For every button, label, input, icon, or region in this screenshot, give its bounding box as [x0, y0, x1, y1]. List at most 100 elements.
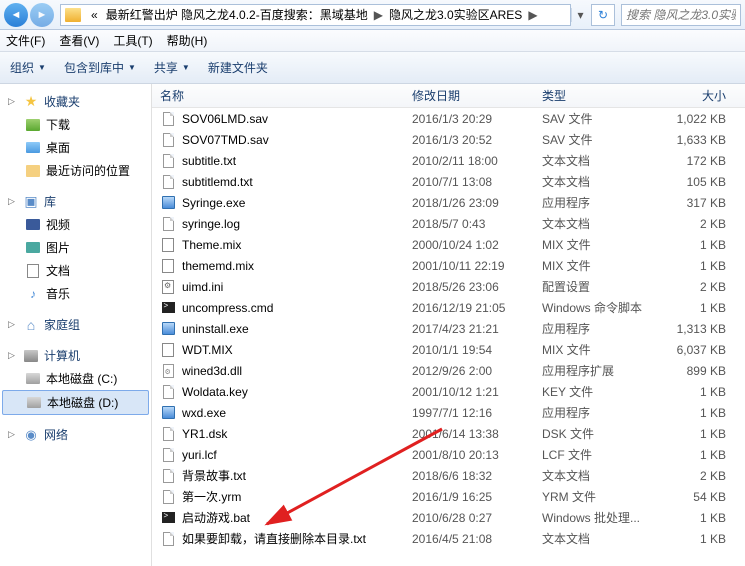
file-row[interactable]: Theme.mix2000/10/24 1:02MIX 文件1 KB	[152, 234, 745, 255]
file-type: 应用程序	[534, 404, 654, 421]
file-row[interactable]: SOV07TMD.sav2016/1/3 20:52SAV 文件1,633 KB	[152, 129, 745, 150]
file-date: 2012/9/26 2:00	[404, 364, 534, 378]
share-button[interactable]: 共享▼	[154, 59, 190, 76]
main-area: ▷★收藏夹 下载 桌面 最近访问的位置 ▷▣库 视频 图片 文档 ♪音乐 ▷⌂家…	[0, 84, 745, 566]
homegroup-icon: ⌂	[22, 317, 40, 333]
search-input[interactable]	[626, 8, 736, 22]
file-row[interactable]: subtitlemd.txt2010/7/1 13:08文本文档105 KB	[152, 171, 745, 192]
file-name: syringe.log	[182, 217, 404, 231]
file-row[interactable]: uncompress.cmd2016/12/19 21:05Windows 命令…	[152, 297, 745, 318]
file-size: 2 KB	[654, 280, 734, 294]
file-type: 文本文档	[534, 530, 654, 547]
chevron-right-icon: ▶	[372, 8, 385, 22]
file-row[interactable]: Woldata.key2001/10/12 1:21KEY 文件1 KB	[152, 381, 745, 402]
file-row[interactable]: WDT.MIX2010/1/1 19:54MIX 文件6,037 KB	[152, 339, 745, 360]
file-row[interactable]: thememd.mix2001/10/11 22:19MIX 文件1 KB	[152, 255, 745, 276]
file-icon	[160, 258, 176, 274]
col-name[interactable]: 名称	[152, 87, 404, 104]
nav-arrows: ◄ ►	[4, 3, 54, 27]
file-row[interactable]: Syringe.exe2018/1/26 23:09应用程序317 KB	[152, 192, 745, 213]
file-size: 1 KB	[654, 448, 734, 462]
file-icon	[160, 468, 176, 484]
new-folder-button[interactable]: 新建文件夹	[208, 59, 268, 76]
file-icon	[160, 321, 176, 337]
sidebar-homegroup[interactable]: ▷⌂家庭组	[0, 313, 151, 336]
sidebar-downloads[interactable]: 下载	[0, 113, 151, 136]
chevron-right-icon: ▶	[526, 8, 539, 22]
sidebar-desktop[interactable]: 桌面	[0, 136, 151, 159]
file-row[interactable]: uninstall.exe2017/4/23 21:21应用程序1,313 KB	[152, 318, 745, 339]
sidebar-libraries[interactable]: ▷▣库	[0, 190, 151, 213]
col-type[interactable]: 类型	[534, 87, 654, 104]
menu-view[interactable]: 查看(V)	[59, 32, 99, 49]
breadcrumb-prefix[interactable]: «	[87, 8, 102, 22]
refresh-button[interactable]: ↻	[591, 4, 615, 26]
file-name: 启动游戏.bat	[182, 509, 404, 526]
file-size: 172 KB	[654, 154, 734, 168]
file-row[interactable]: syringe.log2018/5/7 0:43文本文档2 KB	[152, 213, 745, 234]
sidebar-favorites[interactable]: ▷★收藏夹	[0, 90, 151, 113]
file-date: 2010/2/11 18:00	[404, 154, 534, 168]
col-date[interactable]: 修改日期	[404, 87, 534, 104]
sidebar-disk-c[interactable]: 本地磁盘 (C:)	[0, 367, 151, 390]
file-size: 2 KB	[654, 469, 734, 483]
forward-button[interactable]: ►	[30, 3, 54, 27]
file-date: 2001/8/10 20:13	[404, 448, 534, 462]
sidebar-music[interactable]: ♪音乐	[0, 282, 151, 305]
file-date: 2016/4/5 21:08	[404, 532, 534, 546]
address-bar: ◄ ► « 最新红警出炉 隐风之龙4.0.2-百度搜索：黑域基地 ▶ 隐风之龙3…	[0, 0, 745, 30]
include-library-button[interactable]: 包含到库中▼	[64, 59, 136, 76]
file-size: 6,037 KB	[654, 343, 734, 357]
menu-tools[interactable]: 工具(T)	[113, 32, 152, 49]
sidebar-videos[interactable]: 视频	[0, 213, 151, 236]
file-row[interactable]: 启动游戏.bat2010/6/28 0:27Windows 批处理...1 KB	[152, 507, 745, 528]
menu-file[interactable]: 文件(F)	[6, 32, 45, 49]
file-size: 1 KB	[654, 427, 734, 441]
col-size[interactable]: 大小	[654, 87, 734, 104]
file-type: Windows 批处理...	[534, 509, 654, 526]
file-type: MIX 文件	[534, 257, 654, 274]
file-row[interactable]: uimd.ini2018/5/26 23:06配置设置2 KB	[152, 276, 745, 297]
sidebar-disk-d[interactable]: 本地磁盘 (D:)	[2, 390, 149, 415]
file-icon	[160, 447, 176, 463]
file-type: 应用程序	[534, 320, 654, 337]
file-type: SAV 文件	[534, 110, 654, 127]
folder-icon	[65, 8, 81, 22]
file-row[interactable]: wined3d.dll2012/9/26 2:00应用程序扩展899 KB	[152, 360, 745, 381]
file-row[interactable]: 背景故事.txt2018/6/6 18:32文本文档2 KB	[152, 465, 745, 486]
file-row[interactable]: SOV06LMD.sav2016/1/3 20:29SAV 文件1,022 KB	[152, 108, 745, 129]
organize-button[interactable]: 组织▼	[10, 59, 46, 76]
file-row[interactable]: YR1.dsk2001/6/14 13:38DSK 文件1 KB	[152, 423, 745, 444]
file-icon	[160, 342, 176, 358]
file-row[interactable]: yuri.lcf2001/8/10 20:13LCF 文件1 KB	[152, 444, 745, 465]
file-icon	[160, 426, 176, 442]
back-button[interactable]: ◄	[4, 3, 28, 27]
file-name: wxd.exe	[182, 406, 404, 420]
file-row[interactable]: 第一次.yrm2016/1/9 16:25YRM 文件54 KB	[152, 486, 745, 507]
file-type: 文本文档	[534, 152, 654, 169]
search-box[interactable]	[621, 4, 741, 26]
file-row[interactable]: wxd.exe1997/7/1 12:16应用程序1 KB	[152, 402, 745, 423]
file-size: 317 KB	[654, 196, 734, 210]
file-size: 1,313 KB	[654, 322, 734, 336]
file-size: 1 KB	[654, 532, 734, 546]
breadcrumb-item[interactable]: 隐风之龙3.0实验区ARES	[385, 6, 526, 23]
file-date: 2018/6/6 18:32	[404, 469, 534, 483]
file-name: 第一次.yrm	[182, 488, 404, 505]
sidebar-documents[interactable]: 文档	[0, 259, 151, 282]
file-date: 2000/10/24 1:02	[404, 238, 534, 252]
sidebar-recent[interactable]: 最近访问的位置	[0, 159, 151, 182]
file-date: 2018/5/7 0:43	[404, 217, 534, 231]
breadcrumb-dropdown[interactable]: ▾	[571, 8, 589, 22]
file-size: 2 KB	[654, 217, 734, 231]
file-row[interactable]: subtitle.txt2010/2/11 18:00文本文档172 KB	[152, 150, 745, 171]
file-type: SAV 文件	[534, 131, 654, 148]
menu-help[interactable]: 帮助(H)	[167, 32, 208, 49]
sidebar-computer[interactable]: ▷计算机	[0, 344, 151, 367]
sidebar-pictures[interactable]: 图片	[0, 236, 151, 259]
breadcrumb-item[interactable]: 最新红警出炉 隐风之龙4.0.2-百度搜索：黑域基地	[102, 6, 372, 23]
file-type: 文本文档	[534, 215, 654, 232]
sidebar-network[interactable]: ▷◉网络	[0, 423, 151, 446]
file-row[interactable]: 如果要卸载，请直接删除本目录.txt2016/4/5 21:08文本文档1 KB	[152, 528, 745, 549]
breadcrumb[interactable]: « 最新红警出炉 隐风之龙4.0.2-百度搜索：黑域基地 ▶ 隐风之龙3.0实验…	[60, 4, 571, 26]
